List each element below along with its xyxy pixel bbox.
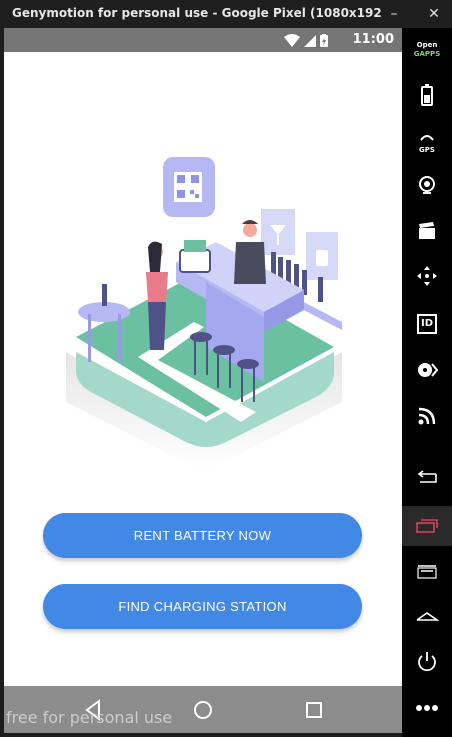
window-title: Genymotion for personal use - Google Pix… — [12, 6, 382, 20]
more-dots-icon — [416, 705, 438, 711]
charging-station-illustration — [66, 157, 342, 472]
rent-battery-button[interactable]: RENT BATTERY NOW — [43, 513, 362, 558]
gps-label: GPS — [419, 145, 435, 154]
more-button-side[interactable] — [402, 688, 452, 728]
clapperboard-icon — [419, 222, 435, 239]
disk-io-button[interactable] — [402, 350, 452, 390]
back-button-side[interactable] — [402, 458, 452, 498]
watermark: free for personal use — [6, 708, 173, 727]
opengapps-button[interactable]: Open GAPPS — [402, 30, 452, 70]
recents-icon[interactable] — [302, 698, 326, 722]
id-icon: ID — [417, 314, 437, 334]
battery-icon — [421, 84, 433, 106]
app-screen: RENT BATTERY NOW FIND CHARGING STATION — [4, 52, 402, 686]
battery-button[interactable] — [402, 75, 452, 115]
webcam-button[interactable] — [402, 165, 452, 205]
opengapps-label-top: Open — [416, 41, 438, 49]
home-button-side[interactable] — [402, 598, 452, 638]
status-icons — [284, 33, 344, 52]
window-titlebar: Genymotion for personal use - Google Pix… — [0, 0, 452, 28]
qr-sign — [163, 157, 215, 217]
move-arrows-icon — [417, 266, 437, 286]
phone-screen: 11:00 RENT BATTERY NOW FIND CHARGING STA… — [4, 28, 402, 733]
power-button-side[interactable] — [402, 642, 452, 682]
power-icon — [418, 652, 436, 672]
recent-apps-button-side[interactable] — [402, 506, 452, 546]
menu-icon — [417, 565, 437, 579]
back-arrow-icon — [417, 470, 437, 483]
status-time: 11:00 — [352, 32, 394, 47]
wifi-icon — [284, 34, 300, 47]
find-charging-station-button[interactable]: FIND CHARGING STATION — [43, 584, 362, 629]
home-icon[interactable] — [191, 698, 215, 722]
menu-button-side[interactable] — [402, 552, 452, 592]
opengapps-label-bottom: GAPPS — [413, 50, 441, 58]
close-button[interactable]: ✕ — [424, 4, 444, 24]
battery-charging-icon — [320, 34, 328, 47]
signal-icon — [304, 35, 316, 47]
rss-icon — [418, 407, 436, 425]
webcam-icon — [419, 176, 435, 194]
minimize-button[interactable]: – — [384, 4, 404, 24]
network-button[interactable] — [402, 396, 452, 436]
media-button[interactable] — [402, 211, 452, 251]
disk-io-icon — [418, 363, 438, 377]
gps-icon — [420, 134, 434, 141]
home-outline-icon — [416, 612, 439, 621]
identifiers-button[interactable]: ID — [402, 304, 452, 344]
emulator-sidebar: Open GAPPS GPS ID — [402, 28, 452, 737]
status-bar: 11:00 — [4, 28, 402, 52]
gps-button[interactable]: GPS — [402, 120, 452, 160]
remote-control-button[interactable] — [402, 256, 452, 296]
recent-apps-icon — [416, 519, 438, 533]
